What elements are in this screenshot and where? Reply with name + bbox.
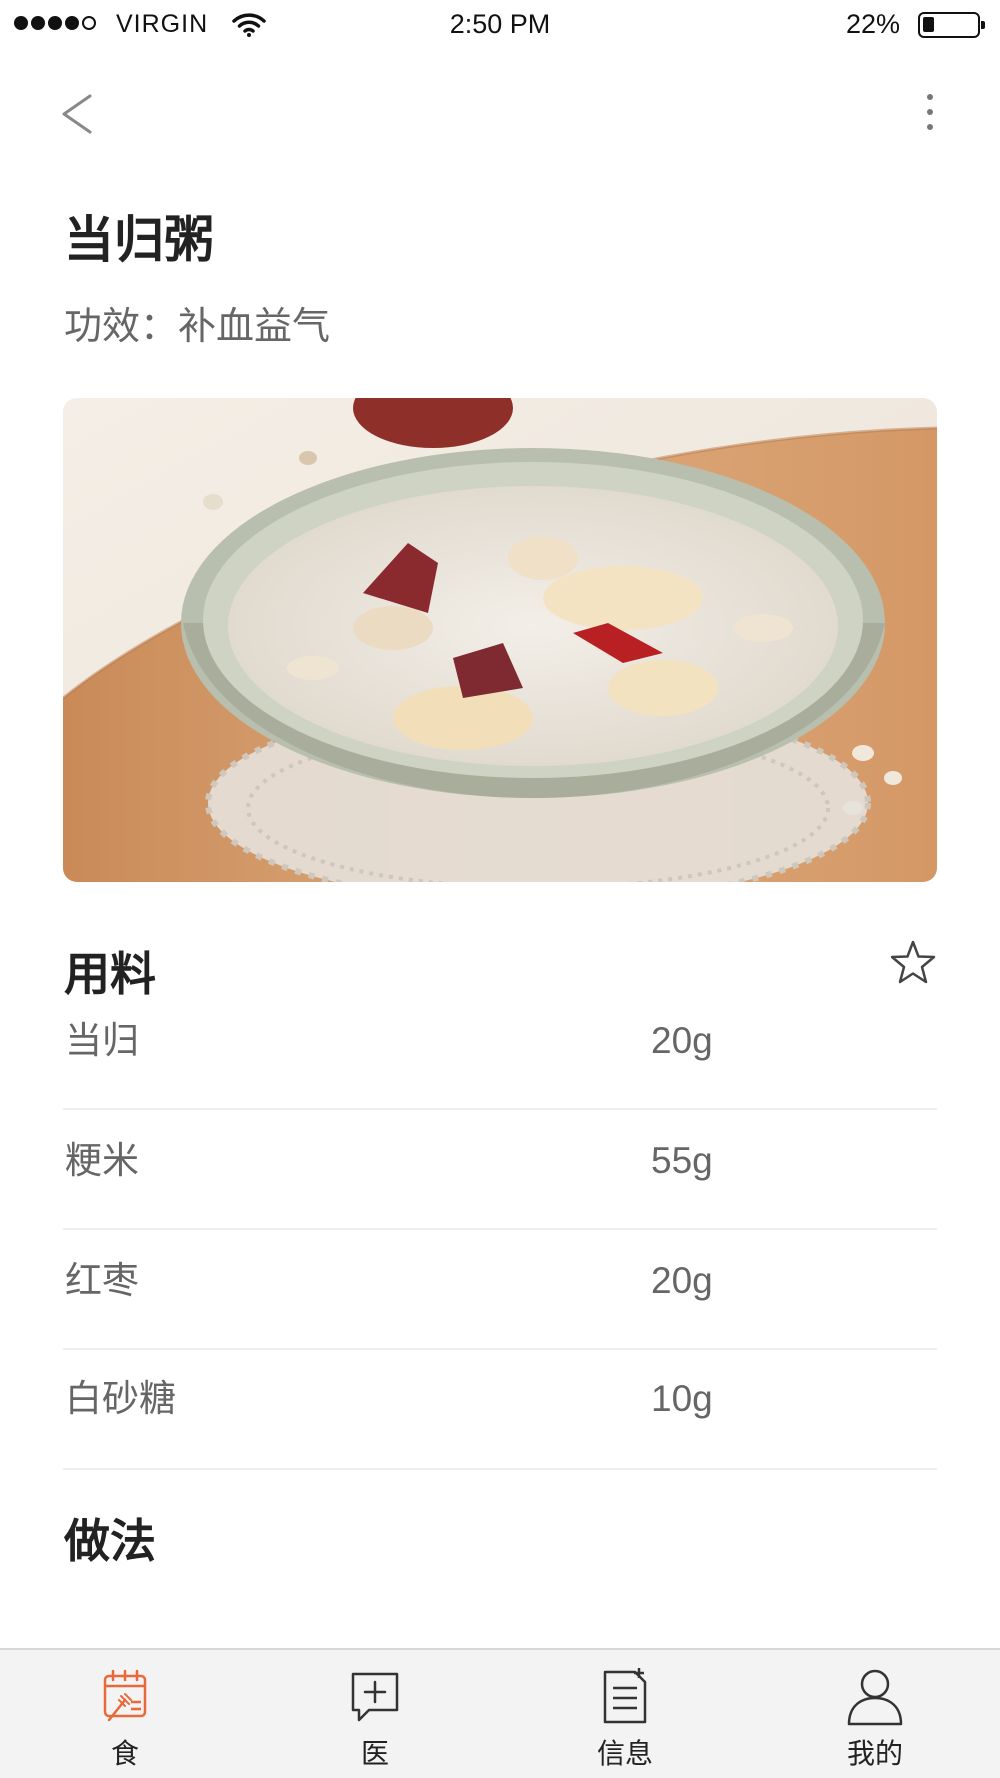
status-bar: VIRGIN 2:50 PM 22% [0, 0, 1000, 52]
bottom-tab-bar: 食 医 信息 我的 [0, 1648, 1000, 1778]
ingredient-row: 粳米 55g [63, 1110, 937, 1230]
tab-profile[interactable]: 我的 [750, 1650, 1000, 1778]
tab-label: 医 [360, 1737, 389, 1770]
chevron-left-icon [62, 94, 92, 134]
ingredient-amount: 20g [651, 1260, 713, 1301]
tab-label: 食 [110, 1737, 139, 1770]
battery-icon [918, 12, 985, 38]
star-icon [890, 940, 936, 984]
tab-label: 我的 [846, 1737, 903, 1770]
more-vertical-icon [927, 94, 933, 100]
tab-medical[interactable]: 医 [250, 1650, 500, 1778]
recipe-title: 当归粥 [64, 211, 214, 269]
ingredient-row: 红枣 20g [63, 1230, 937, 1350]
ingredient-amount: 20g [651, 1020, 713, 1061]
recipe-effect: 功效：补血益气 [64, 304, 331, 348]
favorite-button[interactable] [888, 938, 938, 988]
ingredient-amount: 10g [651, 1378, 713, 1419]
ingredient-name: 白砂糖 [65, 1377, 176, 1420]
food-icon [103, 1669, 147, 1722]
tab-food[interactable]: 食 [0, 1650, 250, 1778]
ingredient-name: 当归 [65, 1019, 139, 1062]
tab-info[interactable]: 信息 [500, 1650, 750, 1778]
battery-percent: 22% [845, 9, 900, 39]
method-heading: 做法 [64, 1514, 156, 1568]
medical-chat-icon [351, 1672, 399, 1722]
document-icon [603, 1668, 647, 1724]
ingredient-name: 红枣 [65, 1259, 139, 1302]
ingredient-name: 粳米 [65, 1139, 139, 1182]
tab-label: 信息 [596, 1737, 653, 1770]
ingredient-amount: 55g [651, 1140, 713, 1181]
user-icon [847, 1669, 903, 1726]
more-options-button[interactable] [914, 90, 946, 134]
recipe-photo [63, 398, 937, 882]
back-button[interactable] [58, 90, 104, 140]
ingredient-row: 当归 20g [63, 990, 937, 1110]
ingredient-row: 白砂糖 10g [63, 1350, 937, 1470]
